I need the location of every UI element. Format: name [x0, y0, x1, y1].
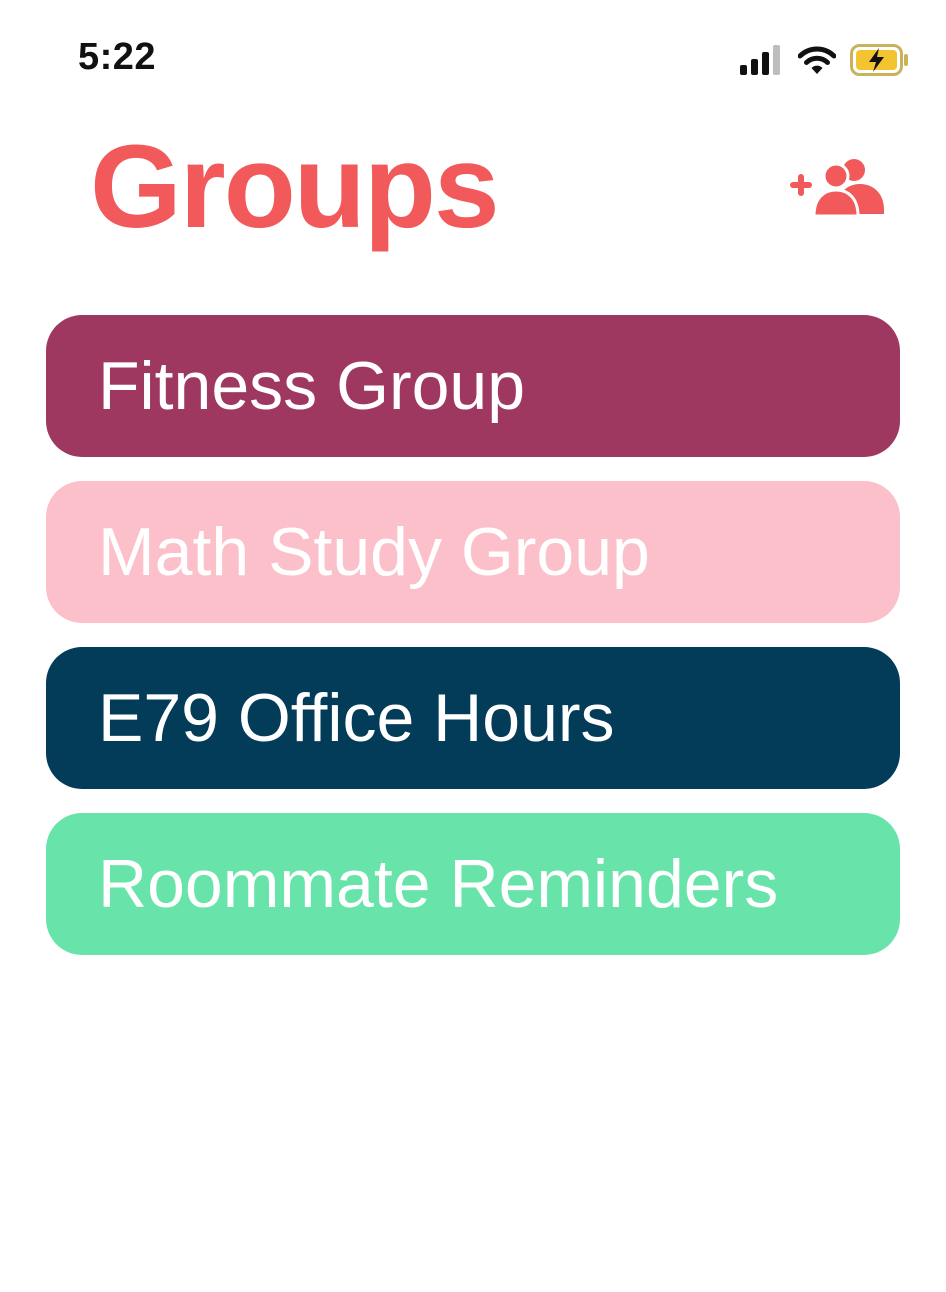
group-card-e79-office-hours[interactable]: E79 Office Hours	[46, 647, 900, 789]
add-group-button[interactable]	[786, 156, 886, 220]
wifi-icon	[798, 46, 836, 74]
group-card-math-study[interactable]: Math Study Group	[46, 481, 900, 623]
group-list: Fitness Group Math Study Group E79 Offic…	[46, 315, 900, 979]
page-title: Groups	[90, 121, 500, 253]
status-time: 5:22	[78, 36, 157, 78]
signal-icon	[740, 45, 780, 75]
group-label: E79 Office Hours	[98, 680, 615, 756]
status-bar: 5:22	[0, 0, 946, 110]
group-label: Fitness Group	[98, 348, 526, 424]
group-card-roommate-reminders[interactable]: Roommate Reminders	[46, 813, 900, 955]
group-label: Math Study Group	[98, 514, 650, 590]
status-icons	[740, 40, 910, 80]
group-card-fitness[interactable]: Fitness Group	[46, 315, 900, 457]
battery-charging-icon	[850, 44, 908, 76]
group-label: Roommate Reminders	[98, 846, 779, 922]
add-group-icon	[790, 159, 884, 218]
